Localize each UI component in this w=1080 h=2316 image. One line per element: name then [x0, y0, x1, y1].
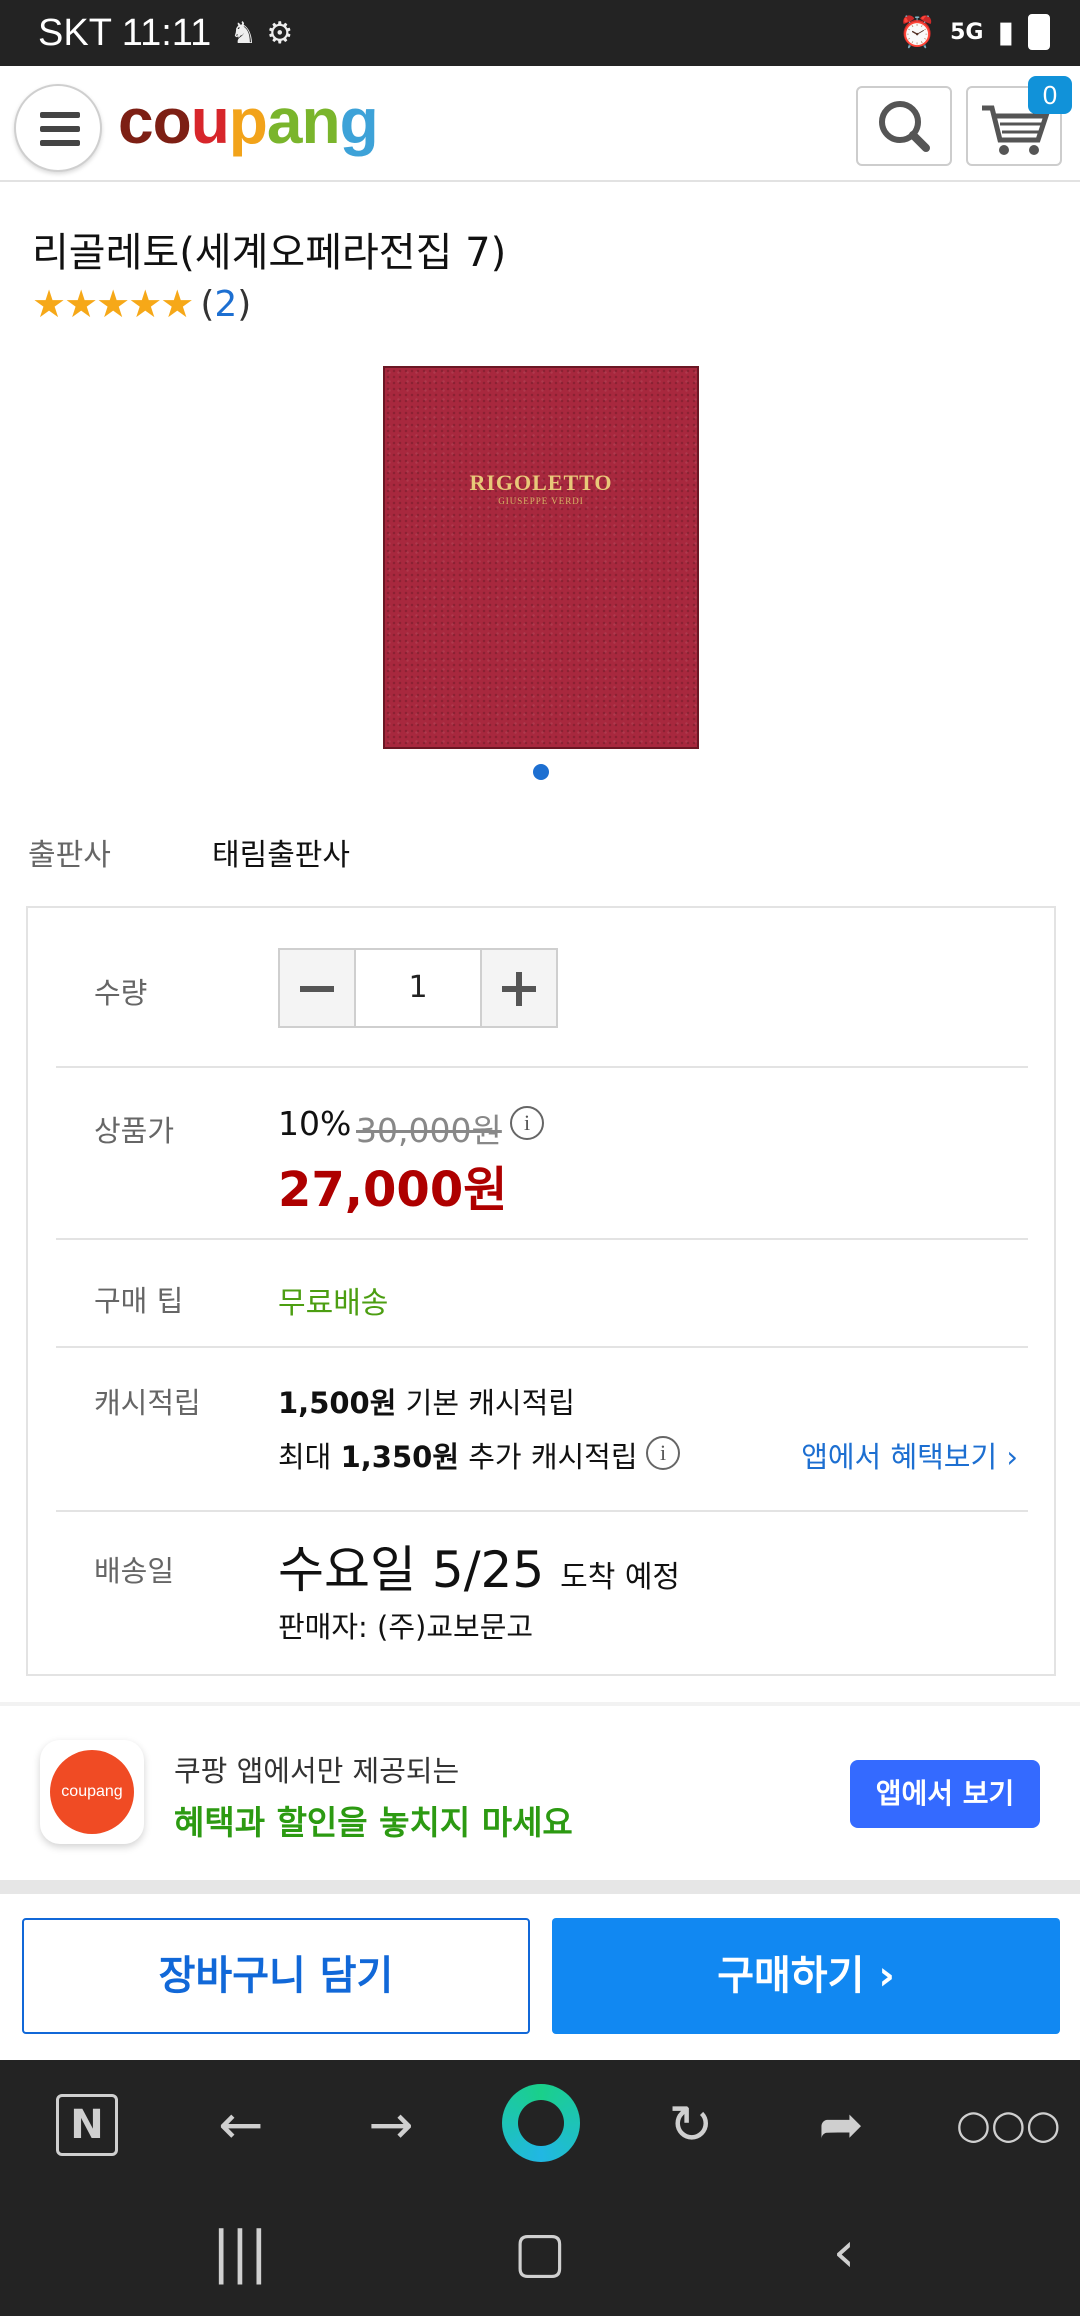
- search-icon: [879, 101, 930, 152]
- forward-arrow-icon[interactable]: →: [356, 2090, 426, 2160]
- book-cover-author: GIUSEPPE VERDI: [498, 496, 584, 506]
- carousel-indicator: [533, 764, 549, 780]
- app-benefits-link[interactable]: 앱에서 혜택보기 ›: [801, 1434, 1018, 1476]
- section-divider: [0, 1880, 1080, 1894]
- sale-price: 27,000원: [278, 1162, 508, 1218]
- increase-button[interactable]: [480, 950, 556, 1026]
- purchase-tip-row: 구매 팁 무료배송: [56, 1240, 1028, 1348]
- menu-button[interactable]: [14, 84, 102, 172]
- quantity-row: 수량 1: [56, 908, 1028, 1068]
- seller-name: 판매자: (주)교보문고: [278, 1610, 534, 1644]
- carrier-time: SKT 11:11: [38, 12, 212, 54]
- status-bar: SKT 11:11 ♞ ⚙ ⏰ 5G ▮: [0, 0, 1080, 66]
- tip-label: 구매 팁: [94, 1284, 184, 1318]
- coupang-badge: coupang: [50, 1750, 134, 1834]
- delivery-row: 배송일 수요일 5/25 도착 예정 판매자: (주)교보문고: [56, 1512, 1028, 1676]
- home-icon[interactable]: ▢: [500, 2220, 580, 2285]
- cart-count-badge: 0: [1028, 76, 1072, 114]
- original-price: 30,000원: [356, 1111, 502, 1150]
- buy-now-button[interactable]: 구매하기 ›: [552, 1918, 1060, 2034]
- rating-stars: ★★★★★: [32, 282, 194, 326]
- product-rating[interactable]: ★★★★★ (2): [32, 282, 251, 326]
- browser-toolbar: N ← → ↻ ➦ ○○○: [0, 2060, 1080, 2190]
- battery-icon: [1028, 14, 1050, 50]
- add-to-cart-button[interactable]: 장바구니 담기: [22, 1918, 530, 2034]
- browser-home-icon[interactable]: [502, 2084, 580, 2162]
- extra-cash-reward: 최대 1,350원 추가 캐시적립: [278, 1440, 638, 1474]
- free-shipping-text: 무료배송: [278, 1286, 389, 1321]
- cash-reward-row: 캐시적립 1,500원 기본 캐시적립 최대 1,350원 추가 캐시적립 i …: [56, 1348, 1028, 1512]
- price-label: 상품가: [94, 1114, 175, 1148]
- chevron-right-icon: ›: [1006, 1440, 1018, 1474]
- open-in-app-button[interactable]: 앱에서 보기: [850, 1760, 1040, 1828]
- basic-cash-reward: 1,500원 기본 캐시적립: [278, 1386, 575, 1420]
- menu-icon-bar: [40, 140, 80, 146]
- cash-info-icon[interactable]: i: [646, 1436, 680, 1470]
- promo-line-2: 혜택과 할인을 놓치지 마세요: [174, 1803, 573, 1842]
- delivery-date: 수요일 5/25 도착 예정: [278, 1541, 681, 1599]
- app-promo-banner: coupang 쿠팡 앱에서만 제공되는 혜택과 할인을 놓치지 마세요 앱에서…: [0, 1706, 1080, 1880]
- coupang-app-icon: coupang: [40, 1740, 144, 1844]
- decrease-button[interactable]: [280, 950, 356, 1026]
- price-row: 상품가 10% 30,000원 i 27,000원: [56, 1068, 1028, 1240]
- delivery-label: 배송일: [94, 1554, 175, 1588]
- cart-button[interactable]: 0: [966, 76, 1072, 166]
- book-cover-title: RIGOLETTO: [469, 470, 613, 495]
- back-arrow-icon[interactable]: ←: [206, 2090, 276, 2160]
- alarm-icon: ⏰: [898, 14, 937, 50]
- publisher-value: 태림출판사: [212, 838, 350, 873]
- coupang-logo[interactable]: coupang: [118, 84, 379, 158]
- recent-apps-icon[interactable]: |||: [200, 2220, 280, 2285]
- more-options-icon[interactable]: ○○○: [956, 2090, 1061, 2160]
- purchase-actions: 장바구니 담기 구매하기 ›: [0, 1894, 1080, 2060]
- discount-percent: 10%: [278, 1104, 352, 1143]
- product-image[interactable]: RIGOLETTO GIUSEPPE VERDI: [383, 366, 699, 749]
- system-navigation-bar: ||| ▢ ‹: [0, 2190, 1080, 2316]
- signal-icon: ▮: [997, 14, 1014, 50]
- promo-line-1: 쿠팡 앱에서만 제공되는: [174, 1754, 460, 1788]
- menu-icon-bar: [40, 126, 80, 132]
- cash-label: 캐시적립: [94, 1386, 201, 1420]
- publisher-label: 출판사: [28, 838, 111, 873]
- search-button[interactable]: [856, 86, 952, 166]
- plus-icon-vertical: [516, 972, 522, 1006]
- nav-back-icon[interactable]: ‹: [804, 2220, 884, 2285]
- purchase-info-box: 수량 1 상품가 10% 30,000원 i 27,000원 구매 팁 무료배송…: [26, 906, 1056, 1676]
- menu-icon: [40, 112, 80, 118]
- naver-n-icon[interactable]: N: [56, 2094, 118, 2156]
- quantity-label: 수량: [94, 976, 148, 1010]
- 5g-icon: 5G: [950, 19, 984, 45]
- product-title: 리골레토(세계오페라전집 7): [32, 230, 507, 276]
- minus-icon: [300, 986, 334, 992]
- quantity-stepper: 1: [278, 948, 558, 1028]
- review-count[interactable]: (2): [200, 284, 251, 325]
- price-info-icon[interactable]: i: [510, 1106, 544, 1140]
- notification-icons: ♞ ⚙: [230, 16, 294, 51]
- app-header: coupang 0: [0, 66, 1080, 182]
- status-icons: ⏰ 5G ▮: [899, 14, 1050, 50]
- share-icon[interactable]: ➦: [806, 2090, 876, 2160]
- quantity-input[interactable]: 1: [356, 950, 480, 1026]
- home-icon-ring: [518, 2100, 564, 2146]
- refresh-icon[interactable]: ↻: [656, 2090, 726, 2160]
